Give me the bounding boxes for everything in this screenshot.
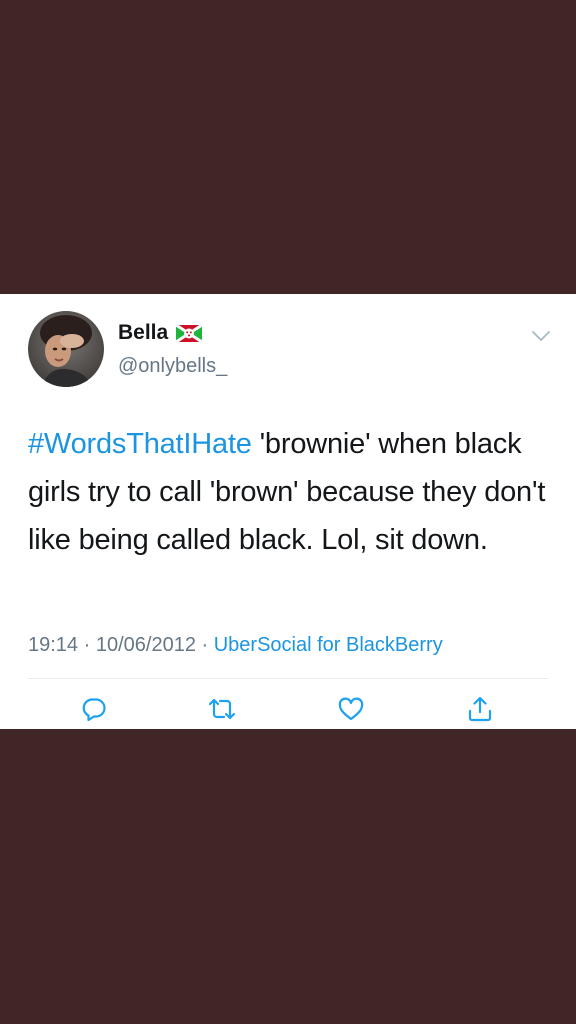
avatar[interactable]: [28, 311, 104, 387]
display-name[interactable]: Bella: [118, 321, 168, 345]
tweet-date[interactable]: 10/06/2012: [96, 634, 196, 656]
action-bar: [0, 692, 576, 726]
meta-separator: ·: [78, 634, 96, 656]
meta-separator: ·: [195, 634, 214, 656]
heart-icon: [337, 695, 365, 723]
reply-icon: [80, 695, 108, 723]
tweet-source-link[interactable]: UberSocial for BlackBerry: [214, 634, 443, 656]
share-icon: [466, 695, 494, 723]
tweet-time[interactable]: 19:14: [28, 634, 78, 656]
tweet-card: Bella @onlybells_ #WordsThatIHate 'brown…: [0, 294, 576, 729]
tweet-text: #WordsThatIHate 'brownie' when black gir…: [28, 420, 558, 564]
user-handle[interactable]: @onlybells_: [118, 355, 227, 378]
tweet-metadata: 19:14 · 10/06/2012 · UberSocial for Blac…: [28, 634, 443, 657]
burundi-flag-icon: [176, 324, 203, 342]
like-button[interactable]: [334, 692, 368, 726]
retweet-icon: [207, 695, 237, 723]
share-button[interactable]: [463, 692, 497, 726]
divider: [28, 678, 548, 679]
reply-button[interactable]: [77, 692, 111, 726]
author-name-row: Bella: [118, 321, 203, 345]
retweet-button[interactable]: [205, 692, 239, 726]
hashtag-link[interactable]: #WordsThatIHate: [28, 428, 252, 460]
chevron-down-icon[interactable]: [530, 328, 552, 344]
